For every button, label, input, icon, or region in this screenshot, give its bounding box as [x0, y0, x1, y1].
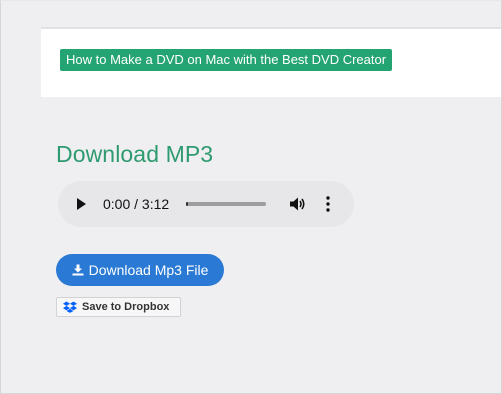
seek-progress [186, 202, 188, 206]
article-title-badge[interactable]: How to Make a DVD on Mac with the Best D… [60, 49, 393, 71]
save-to-dropbox-label: Save to Dropbox [82, 301, 170, 313]
audio-player: 0:00 / 3:12 [58, 181, 354, 227]
page: How to Make a DVD on Mac with the Best D… [0, 0, 502, 394]
seek-bar[interactable] [186, 202, 266, 206]
download-icon [72, 264, 84, 276]
volume-icon[interactable] [289, 196, 307, 212]
article-header-card: How to Make a DVD on Mac with the Best D… [41, 27, 501, 97]
download-mp3-label: Download Mp3 File [88, 262, 209, 278]
dropbox-icon [63, 301, 77, 313]
download-mp3-heading: Download MP3 [56, 141, 214, 167]
save-to-dropbox-button[interactable]: Save to Dropbox [56, 297, 181, 317]
time-display: 0:00 / 3:12 [103, 196, 170, 212]
more-options-icon[interactable] [324, 195, 332, 213]
download-mp3-button[interactable]: Download Mp3 File [56, 254, 224, 286]
play-icon[interactable] [74, 196, 88, 212]
